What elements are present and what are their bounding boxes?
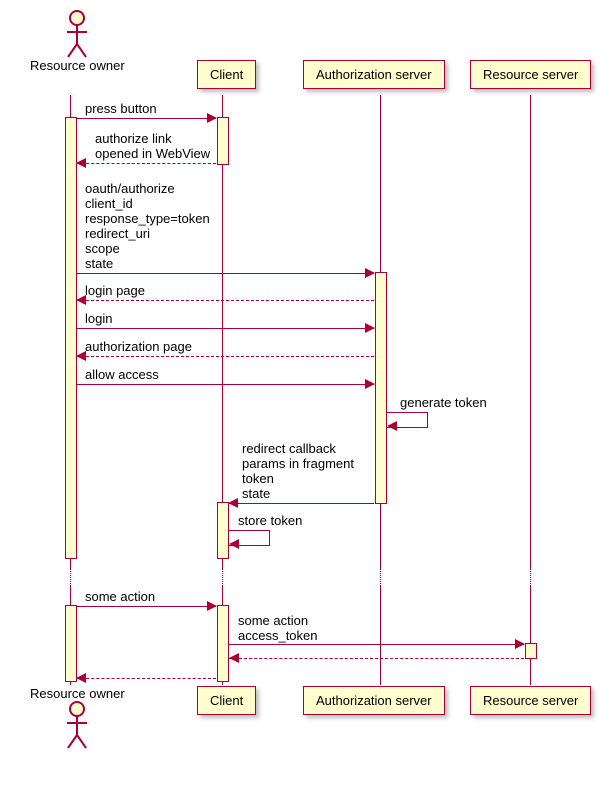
participant-res-top: Resource server	[470, 60, 591, 89]
participant-client-bottom: Client	[197, 686, 256, 715]
msg-some-action: some action	[85, 590, 155, 605]
msg-redirect-callback: redirect callback params in fragment tok…	[242, 442, 354, 502]
actor-resource-owner-top: Resource owner	[30, 10, 125, 73]
msg-return-client-owner	[76, 678, 216, 679]
activation-owner-2	[65, 605, 77, 682]
actor-icon	[65, 701, 89, 749]
activation-res	[525, 643, 537, 659]
actor-icon	[65, 10, 89, 58]
msg-login-page: login page	[85, 284, 145, 299]
msg-some-action-token: some action access_token	[238, 614, 318, 644]
participant-auth-top: Authorization server	[303, 60, 445, 89]
activation-client-1	[217, 117, 229, 165]
msg-return-res-client	[229, 658, 524, 659]
msg-press-button: press button	[85, 102, 157, 117]
msg-authorize-link: authorize link opened in WebView	[95, 132, 210, 162]
actor-label: Resource owner	[30, 58, 125, 73]
participant-res-bottom: Resource server	[470, 686, 591, 715]
sequence-diagram: Resource owner Client Authorization serv…	[10, 10, 601, 779]
participant-auth-bottom: Authorization server	[303, 686, 445, 715]
activation-client-2	[217, 502, 229, 559]
activation-client-3	[217, 605, 229, 682]
activation-auth	[375, 272, 387, 504]
msg-generate-token: generate token	[400, 396, 487, 411]
participant-client-top: Client	[197, 60, 256, 89]
actor-label: Resource owner	[30, 686, 125, 701]
activation-owner	[65, 117, 77, 559]
msg-allow-access: allow access	[85, 368, 159, 383]
msg-oauth-authorize: oauth/authorize client_id response_type=…	[85, 182, 210, 272]
lifeline-client	[222, 95, 223, 685]
msg-auth-page: authorization page	[85, 340, 192, 355]
msg-store-token: store token	[238, 514, 302, 529]
msg-login: login	[85, 312, 112, 327]
actor-resource-owner-bottom: Resource owner	[30, 686, 125, 749]
lifeline-res	[530, 95, 531, 685]
